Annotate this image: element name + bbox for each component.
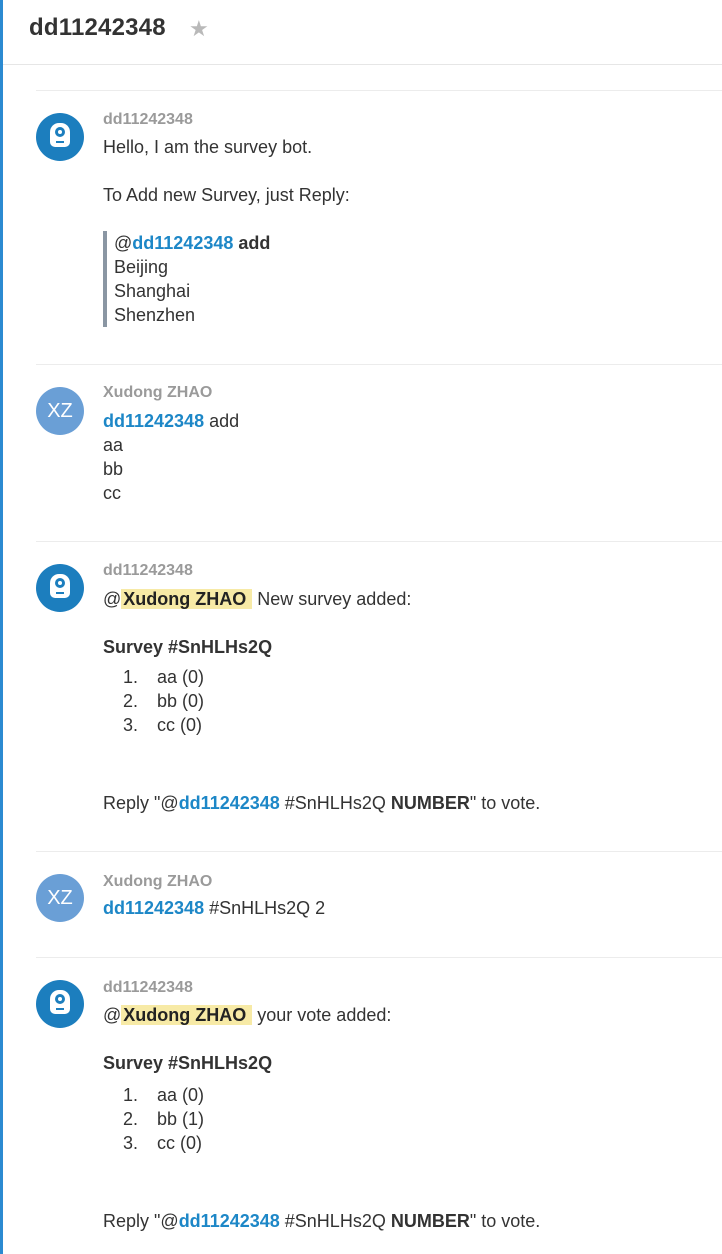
option-number: 1. bbox=[123, 1085, 139, 1105]
reply-middle: #SnHLHs2Q bbox=[279, 1211, 391, 1231]
message-text: bb bbox=[103, 459, 124, 479]
star-icon[interactable]: ★ bbox=[189, 16, 209, 42]
message-body: #SnHLHs2Q 2 bbox=[204, 898, 326, 918]
option-number: 2. bbox=[123, 691, 139, 711]
option-label: cc (0) bbox=[157, 715, 202, 735]
user-mention[interactable]: dd11242348 bbox=[179, 793, 280, 813]
survey-option: 2. bb (1) bbox=[123, 1107, 204, 1131]
quote-line: Shenzhen bbox=[114, 305, 196, 325]
user-avatar[interactable]: XZ bbox=[36, 874, 84, 922]
survey-title: Survey #SnHLHs2Q bbox=[103, 1053, 273, 1073]
message: dd11242348 @ Xudong ZHAO New survey added… bbox=[36, 541, 722, 851]
message-body: New survey added: bbox=[252, 589, 412, 609]
message-author[interactable]: dd11242348 bbox=[103, 562, 193, 580]
chat-window: dd11242348 ★ dd11242348 Hello, I am the … bbox=[0, 0, 722, 1254]
self-mention[interactable]: Xudong ZHAO bbox=[121, 589, 253, 609]
robot-icon bbox=[50, 574, 70, 598]
message-text: Hello, I am the survey bot. bbox=[103, 137, 313, 157]
survey-option: 1. aa (0) bbox=[123, 1083, 204, 1107]
vote-instructions: Reply "@dd11242348 #SnHLHs2Q NUMBER" to … bbox=[103, 791, 540, 815]
reply-suffix: " to vote. bbox=[469, 1211, 541, 1231]
option-number: 1. bbox=[123, 667, 139, 687]
bot-avatar[interactable] bbox=[36, 113, 84, 161]
message-author[interactable]: dd11242348 bbox=[103, 111, 193, 129]
at-sign: @ bbox=[103, 589, 122, 609]
channel-header: dd11242348 ★ bbox=[3, 0, 722, 65]
vote-instructions: Reply "@dd11242348 #SnHLHs2Q NUMBER" to … bbox=[103, 1209, 540, 1233]
quote-line: Beijing bbox=[114, 257, 169, 277]
command-text: add bbox=[204, 411, 240, 431]
message-text: @ Xudong ZHAO your vote added: bbox=[103, 1003, 391, 1027]
reply-middle: #SnHLHs2Q bbox=[279, 793, 391, 813]
user-avatar[interactable]: XZ bbox=[36, 387, 84, 435]
user-mention[interactable]: dd11242348 bbox=[103, 898, 204, 918]
survey-option: 3. cc (0) bbox=[123, 713, 202, 737]
at-sign: @ bbox=[103, 1005, 122, 1025]
message-author[interactable]: dd11242348 bbox=[103, 979, 193, 997]
option-label: aa (0) bbox=[157, 1085, 205, 1105]
robot-icon bbox=[50, 990, 70, 1014]
message-author[interactable]: Xudong ZHAO bbox=[103, 873, 212, 891]
message-stream: dd11242348 Hello, I am the survey bot. T… bbox=[36, 90, 722, 1254]
reply-suffix: " to vote. bbox=[469, 793, 541, 813]
user-mention[interactable]: dd11242348 bbox=[179, 1211, 280, 1231]
message-text: dd11242348 #SnHLHs2Q 2 bbox=[103, 896, 325, 920]
message-text: To Add new Survey, just Reply: bbox=[103, 185, 350, 205]
message-body: your vote added: bbox=[252, 1005, 392, 1025]
reply-prefix: Reply "@ bbox=[103, 793, 179, 813]
at-sign: @ bbox=[114, 233, 133, 253]
option-label: bb (0) bbox=[157, 691, 205, 711]
message-text: @ Xudong ZHAO New survey added: bbox=[103, 587, 411, 611]
reply-bold: NUMBER bbox=[390, 793, 470, 813]
robot-icon bbox=[50, 123, 70, 147]
channel-title: dd11242348 bbox=[29, 14, 166, 41]
option-number: 3. bbox=[123, 1133, 139, 1153]
message-text: dd11242348 add bbox=[103, 409, 239, 433]
option-number: 2. bbox=[123, 1109, 139, 1129]
reply-prefix: Reply "@ bbox=[103, 1211, 179, 1231]
user-mention[interactable]: dd11242348 bbox=[132, 233, 233, 253]
option-number: 3. bbox=[123, 715, 139, 735]
sidebar-edge bbox=[0, 0, 3, 1254]
quote-line: Shanghai bbox=[114, 281, 191, 301]
message: XZ Xudong ZHAO dd11242348 add aa bb cc bbox=[36, 364, 722, 541]
reply-bold: NUMBER bbox=[390, 1211, 470, 1231]
message-author[interactable]: Xudong ZHAO bbox=[103, 384, 212, 402]
bot-avatar[interactable] bbox=[36, 980, 84, 1028]
self-mention[interactable]: Xudong ZHAO bbox=[121, 1005, 253, 1025]
message: dd11242348 Hello, I am the survey bot. T… bbox=[36, 90, 722, 364]
command-text: add bbox=[238, 233, 271, 253]
message: dd11242348 @ Xudong ZHAO your vote added:… bbox=[36, 957, 722, 1254]
option-label: bb (1) bbox=[157, 1109, 205, 1129]
blockquote: @dd11242348 add Beijing Shanghai Shenzhe… bbox=[103, 231, 270, 327]
message: XZ Xudong ZHAO dd11242348 #SnHLHs2Q 2 bbox=[36, 851, 722, 957]
option-label: aa (0) bbox=[157, 667, 205, 687]
survey-option: 2. bb (0) bbox=[123, 689, 204, 713]
option-label: cc (0) bbox=[157, 1133, 202, 1153]
survey-option: 1. aa (0) bbox=[123, 665, 204, 689]
survey-option: 3. cc (0) bbox=[123, 1131, 202, 1155]
message-text: aa bbox=[103, 435, 124, 455]
message-text: cc bbox=[103, 483, 121, 503]
user-mention[interactable]: dd11242348 bbox=[103, 411, 204, 431]
survey-title: Survey #SnHLHs2Q bbox=[103, 637, 273, 657]
bot-avatar[interactable] bbox=[36, 564, 84, 612]
